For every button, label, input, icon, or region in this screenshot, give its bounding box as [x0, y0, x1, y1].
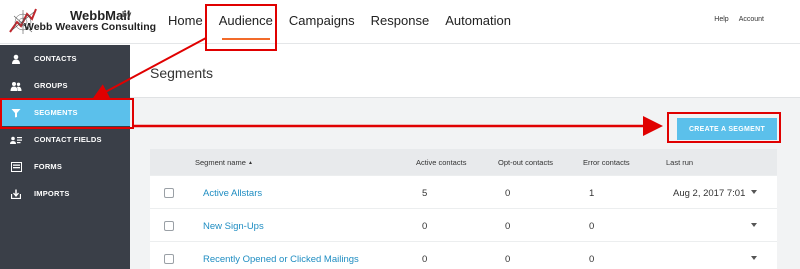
nav-campaigns[interactable]: Campaigns: [281, 0, 363, 44]
sidebar-item-label: FORMS: [34, 162, 63, 171]
error-contacts-value: 1: [589, 188, 595, 199]
main-content: Segments CREATE A SEGMENT Segment name ▲…: [130, 45, 800, 269]
contact-card-icon: [10, 134, 22, 146]
row-menu-caret-icon[interactable]: [751, 256, 757, 260]
brand-logo[interactable]: WebbMail by Webb Weavers Consulting: [8, 6, 156, 38]
page-header: Segments: [130, 45, 800, 98]
active-contacts-value: 0: [422, 254, 428, 265]
row-checkbox[interactable]: [164, 254, 174, 264]
optout-contacts-value: 0: [505, 221, 511, 232]
main-nav: Home Audience Campaigns Response Automat…: [160, 0, 519, 44]
sidebar-item-forms[interactable]: FORMS: [0, 153, 130, 180]
row-checkbox[interactable]: [164, 188, 174, 198]
nav-response[interactable]: Response: [363, 0, 438, 44]
nav-automation[interactable]: Automation: [437, 0, 519, 44]
header-error-contacts[interactable]: Error contacts: [583, 158, 630, 167]
optout-contacts-value: 0: [505, 188, 511, 199]
sidebar-item-contact-fields[interactable]: CONTACT FIELDS: [0, 126, 130, 153]
sidebar-item-label: GROUPS: [34, 81, 68, 90]
people-icon: [10, 80, 22, 92]
account-link[interactable]: Account: [739, 16, 764, 23]
header-last-run[interactable]: Last run: [666, 158, 693, 167]
sidebar-item-label: SEGMENTS: [34, 108, 78, 117]
sidebar-item-contacts[interactable]: CONTACTS: [0, 45, 130, 72]
error-contacts-value: 0: [589, 254, 595, 265]
optout-contacts-value: 0: [505, 254, 511, 265]
brand-by: by: [122, 10, 132, 19]
brand-company: Webb Weavers Consulting: [24, 21, 157, 33]
table-header: Segment name ▲ Active contacts Opt-out c…: [150, 149, 777, 175]
table-row: Active Allstars 5 0 1 Aug 2, 2017 7:01: [150, 175, 777, 208]
segment-name-link[interactable]: Recently Opened or Clicked Mailings: [203, 254, 359, 265]
utility-links: Help Account: [714, 16, 764, 23]
sidebar-item-label: CONTACT FIELDS: [34, 135, 102, 144]
form-icon: [10, 161, 22, 173]
help-link[interactable]: Help: [714, 16, 728, 23]
table-row: New Sign-Ups 0 0 0: [150, 208, 777, 241]
top-bar: WebbMail by Webb Weavers Consulting Home…: [0, 0, 800, 44]
segments-table: Segment name ▲ Active contacts Opt-out c…: [150, 149, 777, 269]
sidebar-item-segments[interactable]: SEGMENTS: [0, 99, 130, 126]
segment-name-link[interactable]: Active Allstars: [203, 188, 262, 199]
sidebar: CONTACTS GROUPS SEGMENTS CONTACT FIELDS …: [0, 45, 130, 269]
row-menu-caret-icon[interactable]: [751, 190, 757, 194]
header-optout-contacts[interactable]: Opt-out contacts: [498, 158, 553, 167]
sort-asc-icon: ▲: [247, 160, 253, 166]
nav-audience[interactable]: Audience: [211, 0, 281, 44]
sidebar-item-label: CONTACTS: [34, 54, 77, 63]
page-title: Segments: [150, 65, 214, 81]
funnel-icon: [10, 107, 22, 119]
segment-name-link[interactable]: New Sign-Ups: [203, 221, 264, 232]
header-segment-name[interactable]: Segment name ▲: [195, 158, 253, 167]
sidebar-item-imports[interactable]: IMPORTS: [0, 180, 130, 207]
create-segment-button[interactable]: CREATE A SEGMENT: [677, 118, 777, 140]
table-row: Recently Opened or Clicked Mailings 0 0 …: [150, 241, 777, 269]
import-icon: [10, 188, 22, 200]
last-run-value: Aug 2, 2017 7:01: [673, 188, 746, 199]
row-menu-caret-icon[interactable]: [751, 223, 757, 227]
error-contacts-value: 0: [589, 221, 595, 232]
sidebar-item-groups[interactable]: GROUPS: [0, 72, 130, 99]
active-contacts-value: 5: [422, 188, 428, 199]
active-contacts-value: 0: [422, 221, 428, 232]
header-active-contacts[interactable]: Active contacts: [416, 158, 466, 167]
person-icon: [10, 53, 22, 65]
sidebar-item-label: IMPORTS: [34, 189, 70, 198]
nav-home[interactable]: Home: [160, 0, 211, 44]
row-checkbox[interactable]: [164, 221, 174, 231]
